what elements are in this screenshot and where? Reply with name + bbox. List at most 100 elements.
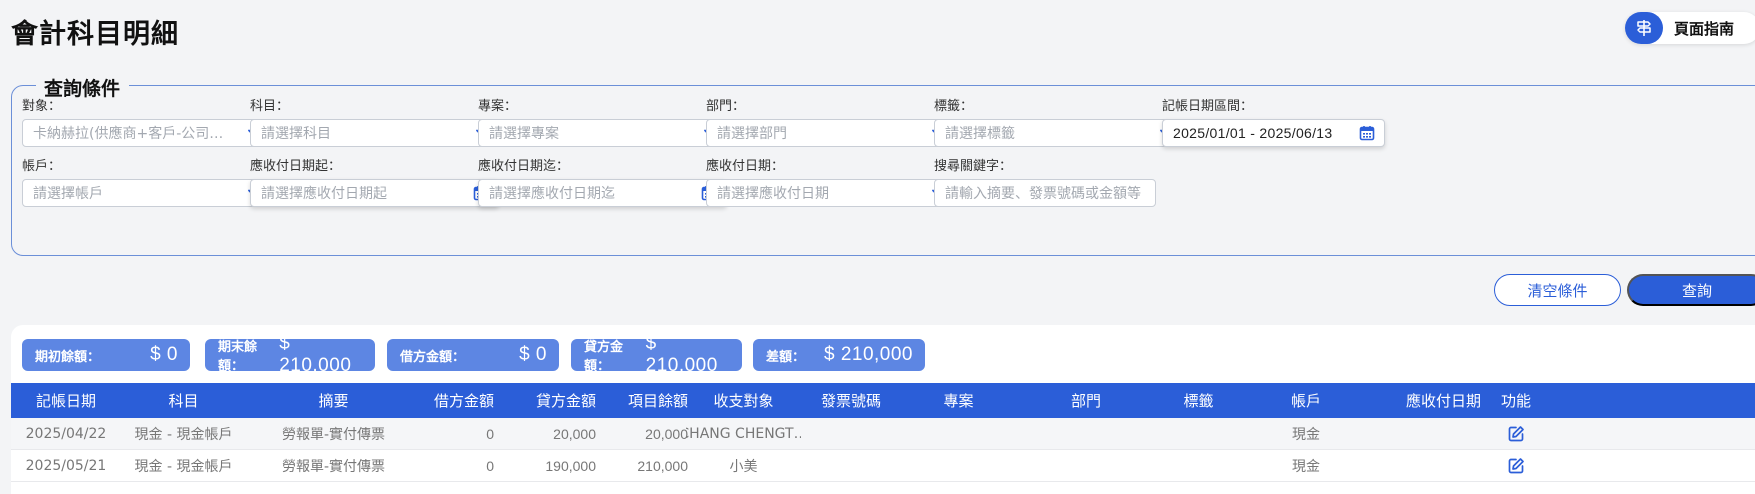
target-select[interactable]: 卡納赫拉(供應商+客戶-公司… xyxy=(22,119,271,147)
placeholder-text: 請輸入摘要、發票號碼或金額等 xyxy=(945,186,1141,202)
page-guide-label: 頁面指南 xyxy=(1674,20,1735,38)
cell-balance: 210,000 xyxy=(637,457,688,474)
placeholder-text: 請選擇帳戶 xyxy=(33,186,103,202)
field-account: 帳戶： 請選擇帳戶 xyxy=(22,155,271,207)
project-select[interactable]: 請選擇專案 xyxy=(478,119,727,147)
cell-tag xyxy=(1151,418,1246,449)
summary-label: 期初餘額： xyxy=(35,349,101,365)
cell-summary: 勞報單-實付傳票 xyxy=(281,458,386,475)
column-header-date: 記帳日期 xyxy=(35,392,96,410)
field-label: 記帳日期區間： xyxy=(1162,99,1254,114)
cell-due-date xyxy=(1376,418,1511,449)
placeholder-text: 請選擇部門 xyxy=(717,126,787,142)
cell-subject: 現金 - 現金帳戶 xyxy=(134,458,233,475)
field-label: 對象： xyxy=(22,99,62,114)
cell-summary: 勞報單-實付傳票 xyxy=(281,426,386,443)
table-row[interactable]: 2025/05/21 現金 - 現金帳戶 勞報單-實付傳票 0 190,000 210,0… xyxy=(11,450,1755,482)
due-start-date-picker[interactable]: 請選擇應收付日期起 xyxy=(250,179,499,207)
field-tag: 標籤： 請選擇標籤 xyxy=(934,95,1183,147)
placeholder-text: 請選擇應收付日期迄 xyxy=(489,186,615,202)
cell-date: 2025/05/21 xyxy=(25,457,107,474)
field-due-date: 應收付日期： 請選擇應收付日期 xyxy=(706,155,955,207)
column-header-counterparty: 收支對象 xyxy=(713,392,774,410)
field-label: 應收付日期： xyxy=(706,159,785,174)
summary-label: 差額： xyxy=(766,349,806,365)
dept-select[interactable]: 請選擇部門 xyxy=(706,119,955,147)
field-dept: 部門： 請選擇部門 xyxy=(706,95,955,147)
field-project: 專案： 請選擇專案 xyxy=(478,95,727,147)
field-label: 應收付日期迄： xyxy=(478,159,570,174)
cell-due-date xyxy=(1376,450,1511,481)
column-header-debit: 借方金額 xyxy=(433,392,494,410)
edit-icon[interactable] xyxy=(1506,456,1526,476)
cell-dept xyxy=(1031,450,1141,481)
table-header: 記帳日期 科目 摘要 借方金額 貸方金額 項目餘額 收支對象 發票號碼 專案 部門 標籤 帳戶 應收付日… xyxy=(11,383,1755,418)
calendar-icon[interactable] xyxy=(1359,125,1375,141)
cell-debit: 0 xyxy=(486,457,494,474)
field-label: 部門： xyxy=(706,99,746,114)
clear-filters-button[interactable]: 清空條件 xyxy=(1494,274,1621,306)
summary-value: $ 210,000 xyxy=(279,333,352,376)
cell-subject: 現金 - 現金帳戶 xyxy=(134,426,233,443)
field-label: 標籤： xyxy=(934,99,974,114)
placeholder-text: 請選擇應收付日期 xyxy=(717,186,829,202)
page-guide-button[interactable]: 頁面指南 xyxy=(1625,12,1755,44)
cell-account: 現金 xyxy=(1292,458,1320,475)
edit-icon[interactable] xyxy=(1506,424,1526,444)
summary-value: $ 210,000 xyxy=(823,344,913,365)
summary-value: $ 0 xyxy=(150,344,178,365)
signpost-icon xyxy=(1625,12,1663,44)
field-due-end: 應收付日期迄： 請選擇應收付日期迄 xyxy=(478,155,727,207)
column-header-invoice: 發票號碼 xyxy=(820,392,881,410)
subject-select[interactable]: 請選擇科目 xyxy=(250,119,499,147)
page-title: 會計科目明細 xyxy=(11,19,179,50)
summary-label: 貸方金額： xyxy=(584,340,624,374)
tag-select[interactable]: 請選擇標籤 xyxy=(934,119,1183,147)
summary-label: 期末餘額： xyxy=(218,340,258,374)
summary-card: 期末餘額： $ 210,000 xyxy=(205,333,375,376)
field-due-start: 應收付日期起： 請選擇應收付日期起 xyxy=(250,155,499,207)
cell-credit: 20,000 xyxy=(553,425,596,442)
cell-project xyxy=(911,418,1006,449)
cell-balance: 20,000 xyxy=(645,425,688,442)
field-label: 帳戶： xyxy=(22,159,62,174)
cell-credit: 190,000 xyxy=(545,457,596,474)
cell-debit: 0 xyxy=(486,425,494,442)
column-header-balance: 項目餘額 xyxy=(627,392,688,410)
field-label: 專案： xyxy=(478,99,518,114)
column-header-dept: 部門 xyxy=(1070,392,1101,410)
column-header-subject: 科目 xyxy=(168,392,199,410)
summary-card: 借方金額： $ 0 xyxy=(387,339,559,371)
due-end-date-picker[interactable]: 請選擇應收付日期迄 xyxy=(478,179,727,207)
selected-value: 卡納赫拉(供應商+客戶-公司… xyxy=(33,126,224,142)
results-panel: 期初餘額： $ 0 期末餘額： $ 210,000 借方金額： $ 0 貸方金額： $ 210… xyxy=(11,325,1755,494)
placeholder-text: 請選擇應收付日期起 xyxy=(261,186,387,202)
keyword-input[interactable]: 請輸入摘要、發票號碼或金額等 xyxy=(934,179,1156,207)
placeholder-text: 請選擇專案 xyxy=(489,126,559,142)
column-header-tag: 標籤 xyxy=(1183,392,1214,410)
cell-counterparty: CHANG CHENGT… xyxy=(686,425,801,442)
field-label: 應收付日期起： xyxy=(250,159,342,174)
selected-value: 2025/01/01 - 2025/06/13 xyxy=(1173,125,1333,141)
column-header-summary: 摘要 xyxy=(318,392,349,410)
due-date-select[interactable]: 請選擇應收付日期 xyxy=(706,179,955,207)
cell-counterparty: 小美 xyxy=(729,458,758,475)
table-row[interactable]: 2025/04/22 現金 - 現金帳戶 勞報單-實付傳票 0 20,000 20,000… xyxy=(11,418,1755,450)
summary-card: 差額： $ 210,000 xyxy=(753,339,925,371)
account-select[interactable]: 請選擇帳戶 xyxy=(22,179,271,207)
column-header-actions: 功能 xyxy=(1501,392,1532,410)
column-header-due-date: 應收付日期 xyxy=(1405,392,1481,410)
field-subject: 科目： 請選擇科目 xyxy=(250,95,499,147)
actions-cell xyxy=(1501,418,1531,449)
search-button[interactable]: 查詢 xyxy=(1627,274,1755,306)
cell-dept xyxy=(1031,418,1141,449)
summary-value: $ 0 xyxy=(519,344,547,365)
field-label: 搜尋關鍵字： xyxy=(934,159,1013,174)
cell-invoice xyxy=(801,418,901,449)
field-target: 對象： 卡納赫拉(供應商+客戶-公司… xyxy=(22,95,271,147)
placeholder-text: 請選擇科目 xyxy=(261,126,331,142)
date-range-date-picker[interactable]: 2025/01/01 - 2025/06/13 xyxy=(1162,119,1385,147)
summary-label: 借方金額： xyxy=(400,349,466,365)
column-header-credit: 貸方金額 xyxy=(535,392,596,410)
placeholder-text: 請選擇標籤 xyxy=(945,126,1015,142)
